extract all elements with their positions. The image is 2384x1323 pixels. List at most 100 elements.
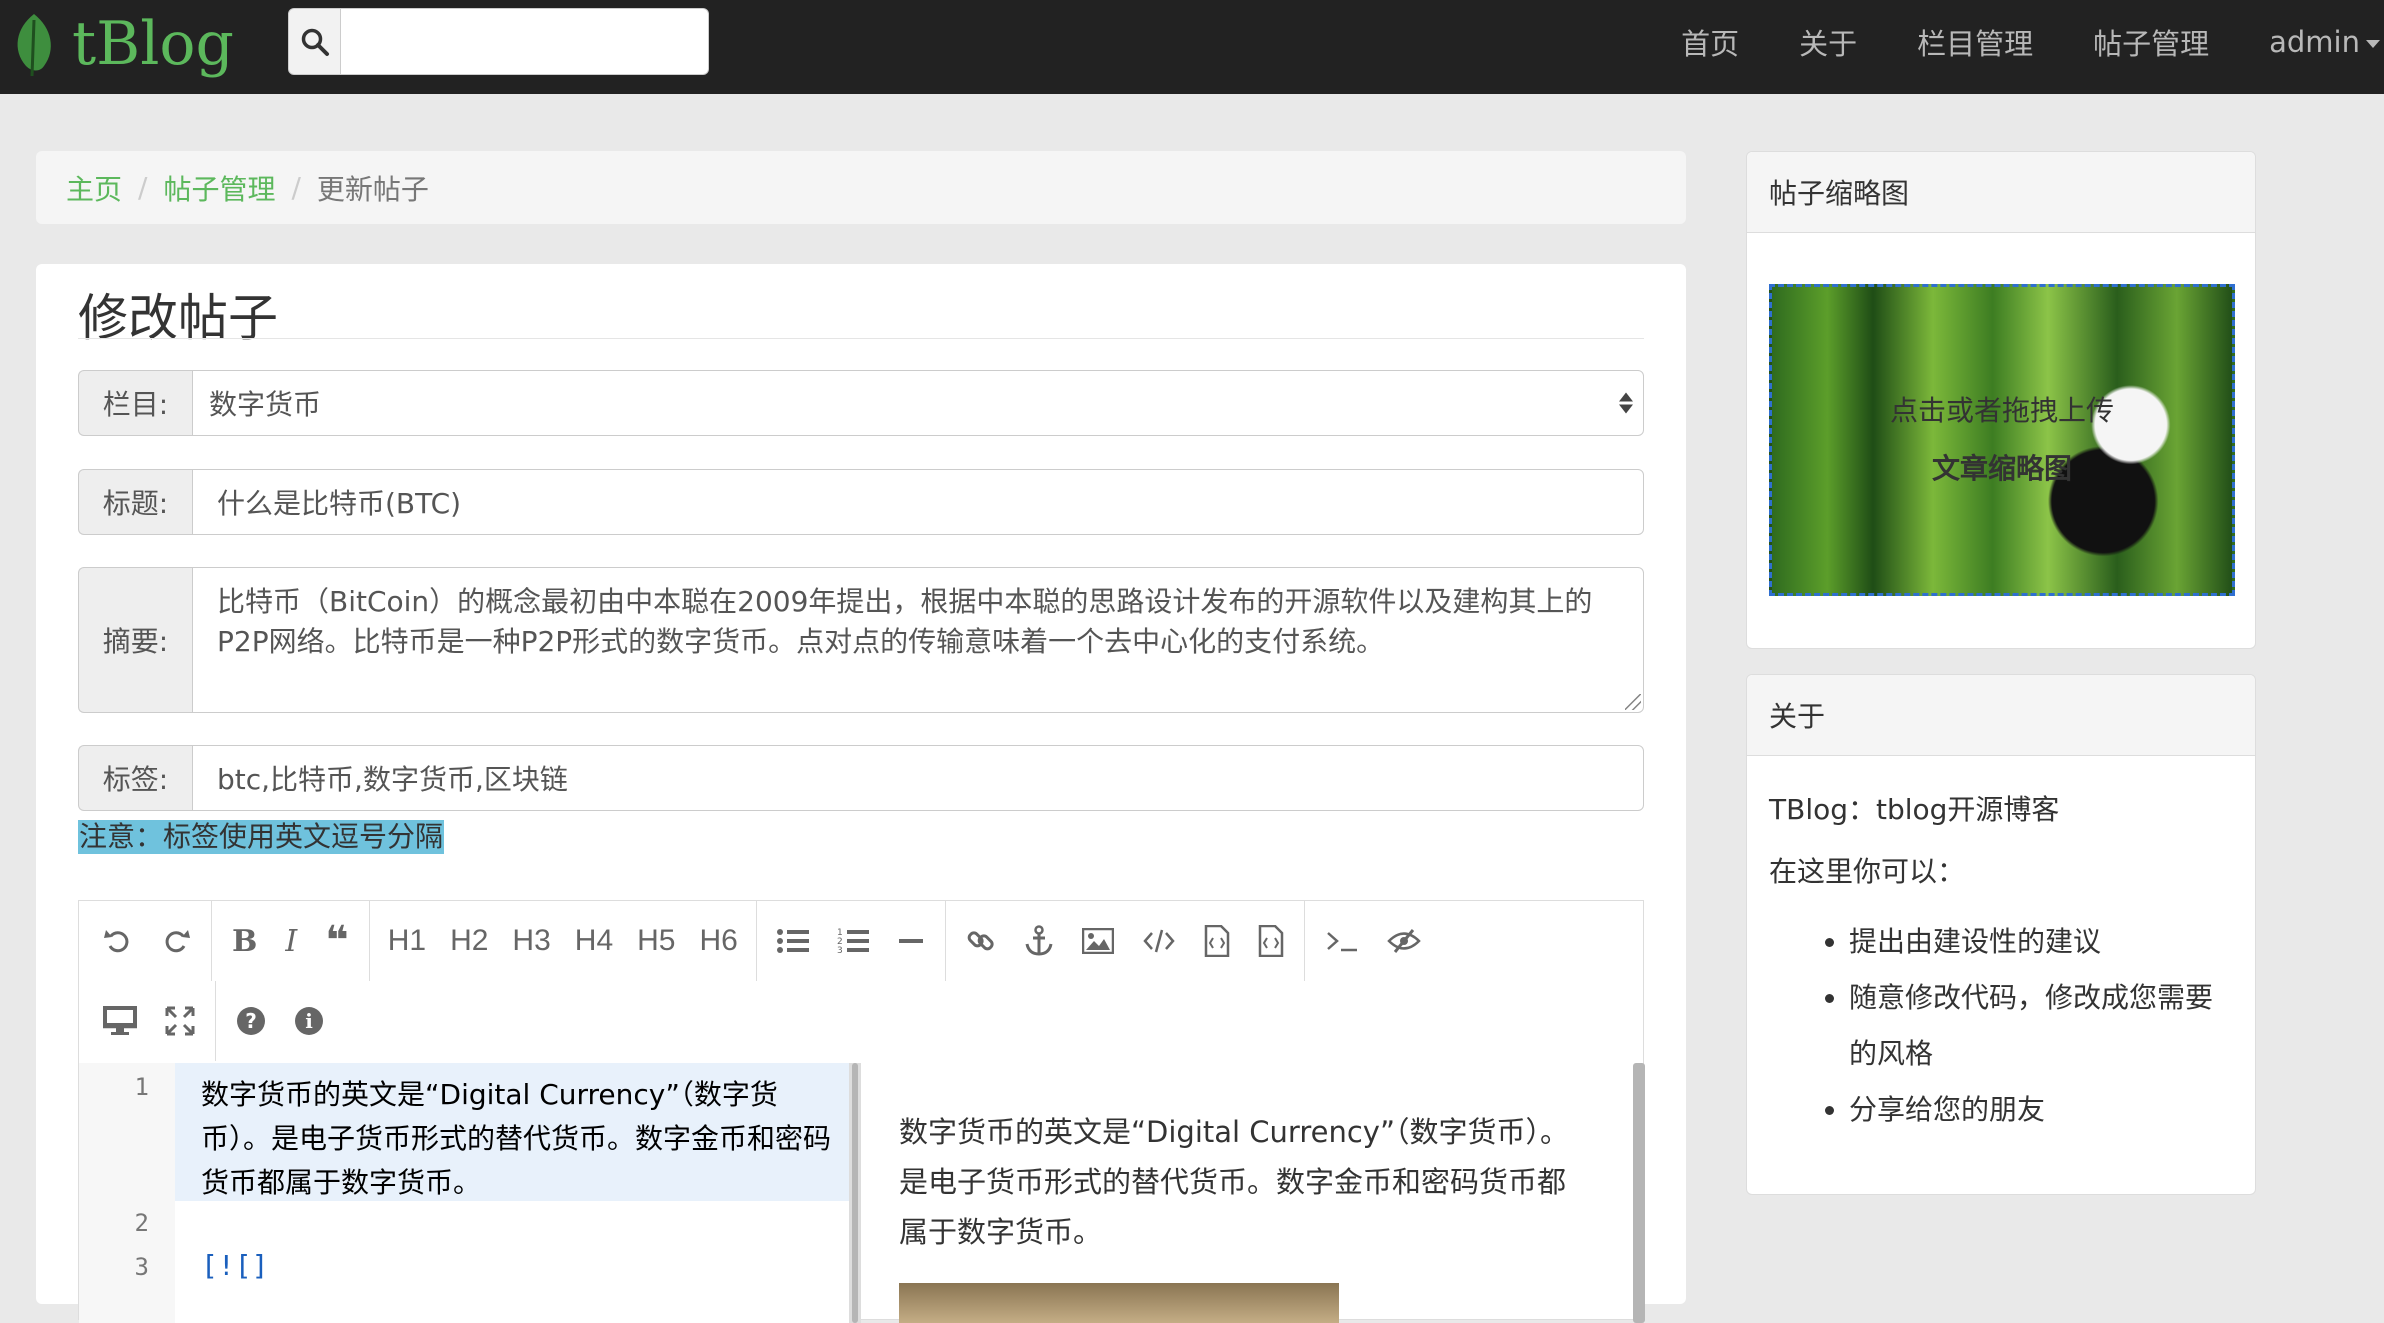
anchor-icon[interactable]	[1010, 901, 1068, 981]
desktop-icon[interactable]	[89, 981, 151, 1061]
summary-value: 比特币（BitCoin）的概念最初由中本聪在2009年提出，根据中本聪的思路设计…	[217, 585, 1593, 658]
breadcrumb-home[interactable]: 主页	[66, 168, 122, 208]
upload-hint-line2: 文章缩略图	[1931, 452, 2072, 485]
svg-text:i: i	[305, 1009, 313, 1033]
tags-note: 注意：标签使用英文逗号分隔	[78, 820, 445, 854]
nav-home[interactable]: 首页	[1681, 21, 1739, 63]
summary-row: 摘要: 比特币（BitCoin）的概念最初由中本聪在2009年提出，根据中本聪的…	[78, 567, 1644, 713]
quote-icon[interactable]: ❝	[311, 901, 362, 981]
line-number: 1	[134, 1073, 149, 1101]
nav-post-manage[interactable]: 帖子管理	[2093, 21, 2209, 63]
title-divider	[78, 338, 1644, 339]
search-group	[288, 8, 709, 75]
list-item: 提出由建设性的建议	[1849, 914, 2233, 970]
markdown-editor: B I ❝ H1 H2 H3 H4 H5 H6 123 ? i 1 2 3 数字…	[78, 900, 1645, 1323]
list-item: 分享给您的朋友	[1849, 1082, 2233, 1138]
code-icon[interactable]	[1128, 901, 1190, 981]
bold-icon[interactable]: B	[218, 901, 271, 981]
about-panel-title: 关于	[1747, 675, 2255, 756]
pre-code-icon[interactable]	[1244, 901, 1298, 981]
resize-handle-icon[interactable]	[1625, 694, 1641, 710]
category-label: 栏目:	[78, 370, 192, 436]
nav-user-menu[interactable]: admin	[2269, 25, 2380, 59]
h1-button[interactable]: H1	[376, 901, 438, 981]
select-arrows-icon	[1619, 392, 1633, 414]
summary-textarea[interactable]: 比特币（BitCoin）的概念最初由中本聪在2009年提出，根据中本聪的思路设计…	[192, 567, 1644, 713]
thumbnail-panel-title: 帖子缩略图	[1747, 152, 2255, 233]
title-label: 标题:	[78, 469, 192, 535]
tags-label: 标签:	[78, 745, 192, 811]
h5-button[interactable]: H5	[625, 901, 687, 981]
h2-button[interactable]: H2	[438, 901, 500, 981]
breadcrumb-post-manage[interactable]: 帖子管理	[163, 168, 275, 208]
thumbnail-upload-dropzone[interactable]: 点击或者拖拽上传 文章缩略图	[1769, 284, 2235, 596]
preview-scrollbar[interactable]	[1633, 1063, 1645, 1323]
help-icon[interactable]: ?	[222, 981, 280, 1061]
category-row: 栏目: 数字货币	[78, 370, 1644, 436]
toolbar-divider	[944, 901, 946, 981]
svg-text:?: ?	[245, 1009, 257, 1033]
search-icon	[301, 28, 329, 56]
code-block-icon[interactable]	[1190, 901, 1244, 981]
line-number: 2	[134, 1209, 149, 1237]
info-icon[interactable]: i	[280, 981, 338, 1061]
toolbar-row-1: B I ❝ H1 H2 H3 H4 H5 H6 123	[89, 901, 1435, 981]
category-value: 数字货币	[209, 388, 322, 421]
tags-input[interactable]: btc,比特币,数字货币,区块链	[192, 745, 1644, 811]
terminal-icon[interactable]	[1311, 901, 1373, 981]
italic-icon[interactable]: I	[271, 901, 311, 981]
about-intro: TBlog：tblog开源博客	[1769, 793, 2060, 826]
brand[interactable]: tBlog	[10, 4, 234, 84]
nav-category-manage[interactable]: 栏目管理	[1917, 21, 2033, 63]
summary-label: 摘要:	[78, 567, 192, 713]
breadcrumb: 主页 / 帖子管理 / 更新帖子	[36, 151, 1686, 224]
page-title: 修改帖子	[78, 289, 278, 347]
toolbar-row-2: ? i	[89, 981, 338, 1061]
image-icon[interactable]	[1068, 901, 1128, 981]
fullscreen-icon[interactable]	[151, 981, 209, 1061]
thumbnail-panel: 帖子缩略图 点击或者拖拽上传 文章缩略图	[1746, 151, 2256, 649]
undo-icon[interactable]	[89, 901, 147, 981]
toolbar-divider	[1303, 901, 1305, 981]
about-subtitle: 在这里你可以：	[1769, 855, 1966, 888]
code-line-1: 数字货币的英文是“Digital Currency”（数字货币）。是电子货币形式…	[201, 1078, 832, 1199]
about-list: 提出由建设性的建议 随意修改代码，修改成您需要的风格 分享给您的朋友	[1769, 914, 2233, 1138]
editor-scrollbar[interactable]	[849, 1063, 861, 1323]
search-button[interactable]	[288, 8, 341, 75]
title-row: 标题: 什么是比特币(BTC)	[78, 469, 1644, 535]
breadcrumb-separator: /	[291, 171, 301, 204]
unordered-list-icon[interactable]	[763, 901, 823, 981]
toolbar-divider	[215, 981, 216, 1061]
toolbar-divider	[368, 901, 370, 981]
toolbar-divider	[755, 901, 757, 981]
preview-image	[899, 1283, 1339, 1323]
search-input[interactable]	[341, 8, 709, 75]
preview-hide-icon[interactable]	[1373, 901, 1435, 981]
leaf-logo-icon	[17, 14, 51, 77]
line-number: 3	[134, 1253, 149, 1281]
h3-button[interactable]: H3	[500, 901, 562, 981]
nav-links: 首页 关于 栏目管理 帖子管理 admin	[1621, 0, 2380, 84]
breadcrumb-separator: /	[138, 171, 148, 204]
category-select[interactable]: 数字货币	[192, 370, 1644, 436]
caret-down-icon	[2366, 40, 2380, 48]
markdown-preview: 数字货币的英文是“Digital Currency”（数字货币）。是电子货币形式…	[861, 1063, 1645, 1323]
h4-button[interactable]: H4	[563, 901, 625, 981]
user-name: admin	[2269, 25, 2360, 59]
link-icon[interactable]	[952, 901, 1010, 981]
edit-post-panel: 修改帖子 栏目: 数字货币 标题: 什么是比特币(BTC) 摘要: 比特币（Bi…	[36, 264, 1686, 1323]
line-gutter	[79, 1063, 175, 1323]
editor-toolbar: B I ❝ H1 H2 H3 H4 H5 H6 123 ? i	[79, 901, 1643, 1061]
ordered-list-icon[interactable]: 123	[823, 901, 883, 981]
svg-text:3: 3	[837, 946, 843, 955]
title-input[interactable]: 什么是比特币(BTC)	[192, 469, 1644, 535]
code-editor[interactable]: 1 2 3 数字货币的英文是“Digital Currency”（数字货币）。是…	[79, 1063, 849, 1323]
preview-paragraph: 数字货币的英文是“Digital Currency”（数字货币）。是电子货币形式…	[899, 1115, 1569, 1249]
toolbar-divider	[211, 901, 212, 981]
brand-name: tBlog	[72, 9, 234, 79]
redo-icon[interactable]	[147, 901, 205, 981]
list-item: 随意修改代码，修改成您需要的风格	[1849, 970, 2233, 1082]
nav-about[interactable]: 关于	[1799, 21, 1857, 63]
h6-button[interactable]: H6	[688, 901, 750, 981]
hr-icon[interactable]	[883, 901, 939, 981]
